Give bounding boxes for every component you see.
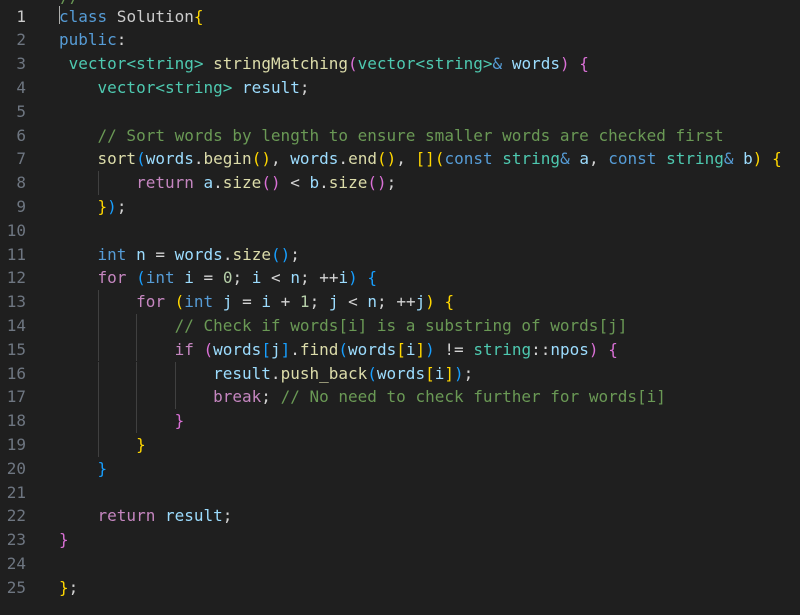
indent-guide <box>136 337 138 362</box>
code-line[interactable]: 24 <box>0 552 800 576</box>
code-text[interactable]: sort(words.begin(), words.end(), [](cons… <box>59 147 782 171</box>
code-text[interactable]: for (int j = i + 1; j < n; ++j) { <box>59 290 454 314</box>
code-text[interactable]: int n = words.size(); <box>59 243 300 267</box>
indent-guide <box>136 409 138 433</box>
indent-guide <box>97 361 99 386</box>
code-line[interactable]: 16 result.push_back(words[i]); <box>0 361 800 386</box>
indent-guide <box>97 171 99 195</box>
code-line[interactable]: 1 class Solution{ <box>0 5 800 29</box>
indent-guide <box>97 432 99 457</box>
line-number: 16 <box>6 363 26 383</box>
code-text[interactable]: } <box>59 433 146 457</box>
code-line[interactable]: 8 return a.size() < b.size(); <box>0 171 800 195</box>
code-line[interactable]: 19 } <box>0 432 800 457</box>
indent-guide <box>97 385 99 410</box>
line-number: 3 <box>16 54 26 74</box>
code-text[interactable]: } <box>59 409 185 433</box>
line-number: 21 <box>6 482 26 502</box>
code-line[interactable]: 15 if (words[j].find(words[i]) != string… <box>0 337 800 362</box>
code-text[interactable]: public: <box>59 28 126 52</box>
code-text[interactable]: break; // No need to check further for w… <box>59 385 666 409</box>
line-number: 22 <box>6 506 26 526</box>
code-line[interactable]: 12 for (int i = 0; i < n; ++i) { <box>0 266 800 290</box>
line-number: 14 <box>6 315 26 335</box>
line-number: 20 <box>6 458 26 478</box>
previous-line-fragment: // <box>0 0 800 4</box>
code-line[interactable]: 22 return result; <box>0 504 800 528</box>
code-line[interactable]: 14 // Check if words[i] is a substring o… <box>0 313 800 338</box>
code-text[interactable]: class Solution{ <box>59 5 204 29</box>
code-text[interactable]: vector<string> result; <box>59 76 310 100</box>
code-line[interactable]: 10 <box>0 219 800 243</box>
line-number: 24 <box>6 553 26 573</box>
code-text[interactable]: // Sort words by length to ensure smalle… <box>59 124 724 148</box>
code-line[interactable]: 25}; <box>0 576 800 600</box>
indent-guide <box>136 385 138 410</box>
code-text[interactable]: }); <box>59 195 127 219</box>
indent-guide <box>97 409 99 433</box>
line-number: 9 <box>16 196 26 216</box>
line-number: 2 <box>16 30 26 50</box>
indent-guide <box>97 337 99 362</box>
indent-guide <box>136 313 138 338</box>
code-line[interactable]: 20 } <box>0 457 800 481</box>
code-text[interactable]: } <box>59 528 69 552</box>
code-line[interactable]: 7 sort(words.begin(), words.end(), [](co… <box>0 147 800 171</box>
code-text[interactable]: return a.size() < b.size(); <box>59 171 396 195</box>
code-line[interactable]: 17 break; // No need to check further fo… <box>0 385 800 410</box>
line-number: 5 <box>16 101 26 121</box>
code-line[interactable]: 5 <box>0 100 800 124</box>
code-line[interactable]: 21 <box>0 481 800 505</box>
code-line[interactable]: 13 for (int j = i + 1; j < n; ++j) { <box>0 290 800 314</box>
line-number: 12 <box>6 268 26 288</box>
line-number: 10 <box>6 220 26 240</box>
text-cursor <box>59 6 60 24</box>
code-text[interactable]: vector<string> stringMatching(vector<str… <box>59 52 589 76</box>
line-number: 1 <box>16 6 26 26</box>
code-editor[interactable]: // 1class Solution{2public:3 vector<stri… <box>0 0 800 615</box>
line-number: 25 <box>6 577 26 597</box>
indent-guide <box>174 361 176 386</box>
indent-guide <box>97 290 99 314</box>
line-number: 7 <box>16 149 26 169</box>
line-number: 6 <box>16 125 26 145</box>
line-number: 11 <box>6 244 26 264</box>
code-line[interactable]: 11 int n = words.size(); <box>0 243 800 267</box>
code-text[interactable]: if (words[j].find(words[i]) != string::n… <box>59 338 618 362</box>
code-line[interactable]: 3 vector<string> stringMatching(vector<s… <box>0 52 800 76</box>
code-line[interactable]: 2 public: <box>0 28 800 52</box>
code-line[interactable]: 4 vector<string> result; <box>0 76 800 100</box>
code-line[interactable]: 18 } <box>0 409 800 433</box>
line-number: 13 <box>6 292 26 312</box>
code-line[interactable]: 23} <box>0 528 800 552</box>
code-line[interactable]: 6 // Sort words by length to ensure smal… <box>0 124 800 148</box>
line-number: 17 <box>6 387 26 407</box>
code-line[interactable]: 9 }); <box>0 195 800 219</box>
code-text[interactable]: }; <box>59 576 78 600</box>
line-number: 18 <box>6 411 26 431</box>
line-number: 23 <box>6 530 26 550</box>
indent-guide <box>174 385 176 410</box>
code-text[interactable]: for (int i = 0; i < n; ++i) { <box>59 266 378 290</box>
line-number: 15 <box>6 339 26 359</box>
code-text[interactable]: } <box>59 457 108 481</box>
line-number: 4 <box>16 77 26 97</box>
line-number: 19 <box>6 434 26 454</box>
code-text[interactable]: result.push_back(words[i]); <box>59 362 473 386</box>
indent-guide <box>97 313 99 338</box>
code-text[interactable]: // Check if words[i] is a substring of w… <box>59 314 628 338</box>
line-number: 8 <box>16 173 26 193</box>
code-text[interactable]: return result; <box>59 504 233 528</box>
indent-guide <box>136 361 138 386</box>
